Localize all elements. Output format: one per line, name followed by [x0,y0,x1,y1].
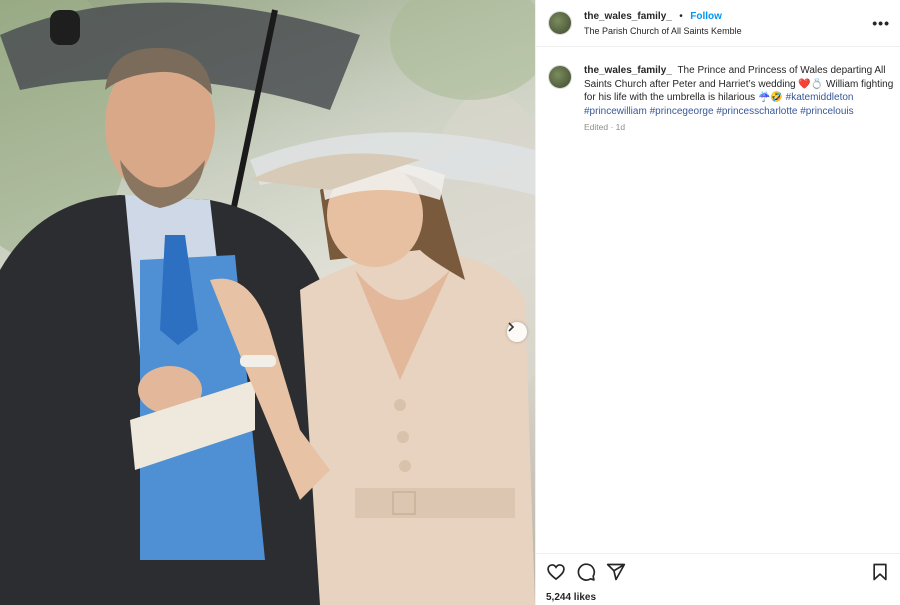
heart-icon[interactable] [546,562,566,582]
header-text: the_wales_family_ • Follow The Parish Ch… [584,8,742,38]
post-photo[interactable] [0,0,535,605]
separator-dot: • [679,11,683,22]
hashtag-link[interactable]: #princewilliam [584,106,647,117]
caption-area: the_wales_family_ The Prince and Princes… [536,47,900,132]
likes-count[interactable]: 5,244 likes [546,592,890,603]
avatar[interactable] [548,11,572,35]
hashtag-link[interactable]: #princelouis [800,106,853,117]
post-meta: Edited · 1d [584,122,626,132]
location-link[interactable]: The Parish Church of All Saints Kemble [584,24,742,38]
hashtag-link[interactable]: #princegeorge [650,106,714,117]
username-link[interactable]: the_wales_family_ [584,11,672,22]
photo-illustration [0,0,535,605]
caption-text: the_wales_family_ The Prince and Princes… [584,64,894,118]
action-icons [546,562,890,582]
hashtag-link[interactable]: #princesscharlotte [716,106,797,117]
share-icon[interactable] [606,562,626,582]
caption-block: the_wales_family_ The Prince and Princes… [584,64,894,132]
next-photo-button[interactable] [507,322,527,342]
post-header: the_wales_family_ • Follow The Parish Ch… [536,0,900,47]
follow-button[interactable]: Follow [690,11,722,22]
chevron-right-icon [508,322,515,332]
bookmark-icon[interactable] [870,562,890,582]
comment-icon[interactable] [576,562,596,582]
more-options-icon[interactable]: ••• [872,15,890,31]
post-sidebar: the_wales_family_ • Follow The Parish Ch… [535,0,900,605]
instagram-post: the_wales_family_ • Follow The Parish Ch… [0,0,900,605]
action-bar: 5,244 likes [536,553,900,605]
caption-avatar[interactable] [548,65,572,89]
caption-username[interactable]: the_wales_family_ [584,65,672,76]
hashtag-link[interactable]: #katemiddleton [786,92,854,103]
